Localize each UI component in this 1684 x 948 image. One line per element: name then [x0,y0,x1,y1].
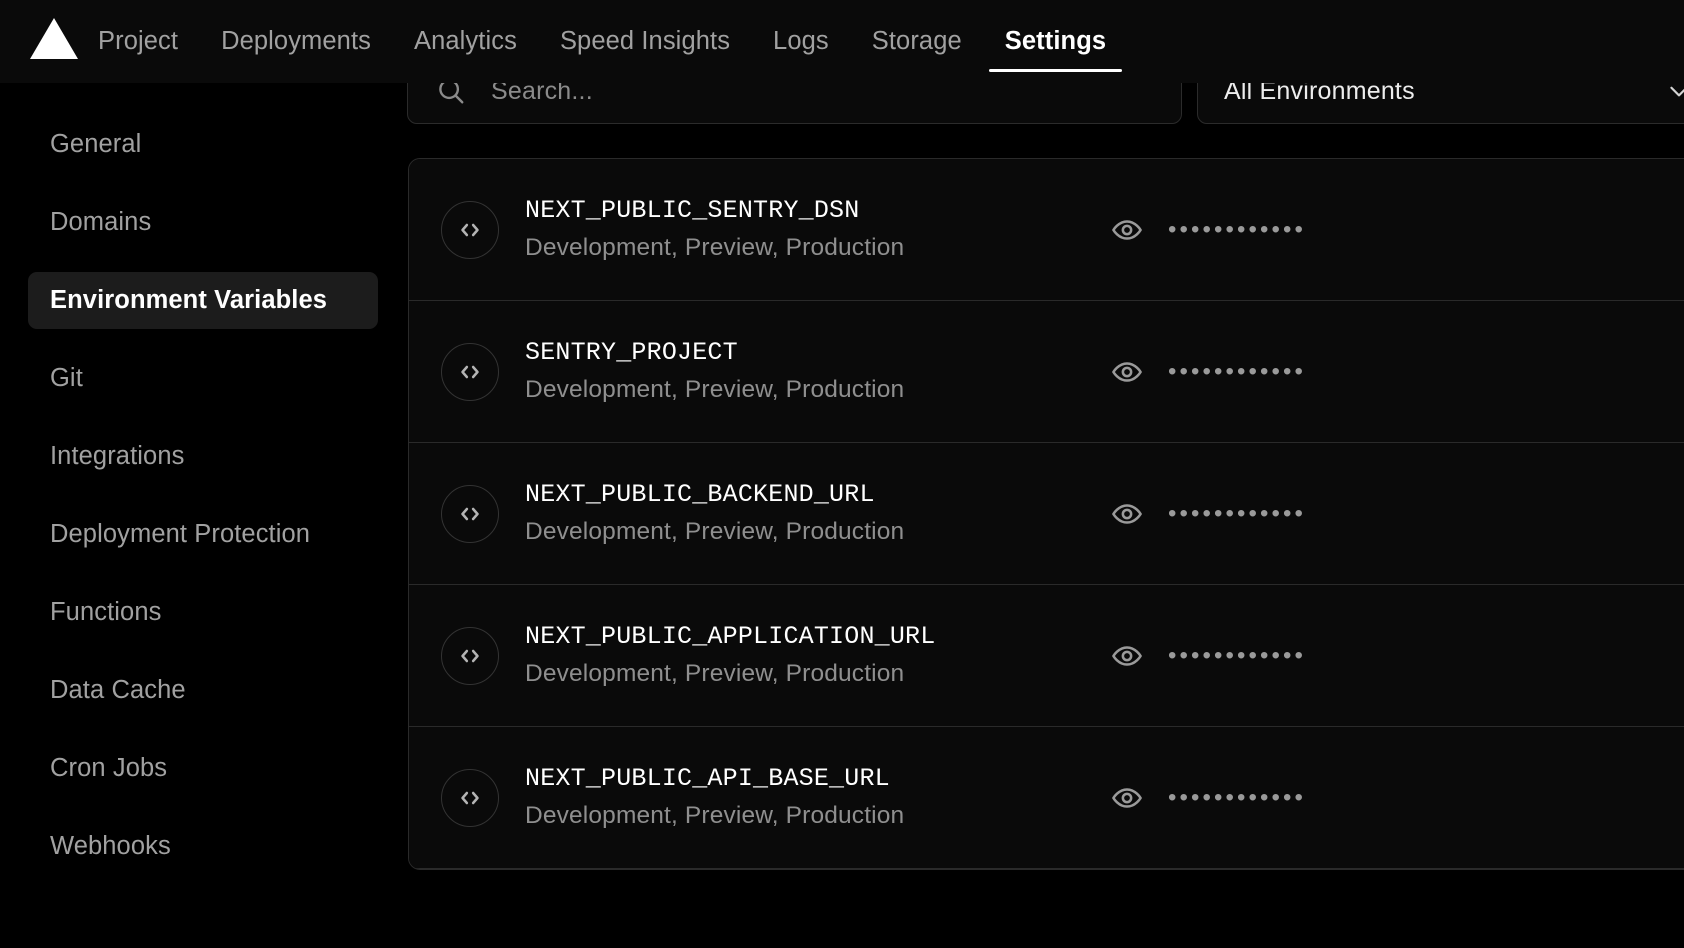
environment-variable-value-cell: •••••••••••• [1110,497,1306,531]
environment-variable-value-cell: •••••••••••• [1110,781,1306,815]
sidebar-item-domains[interactable]: Domains [28,194,378,251]
top-nav-item-speed-insights[interactable]: Speed Insights [560,0,730,83]
eye-icon[interactable] [1110,213,1144,247]
sidebar-item-integrations[interactable]: Integrations [28,428,378,485]
sidebar-item-label: Cron Jobs [50,754,167,783]
sidebar-item-label: Integrations [50,442,184,471]
sidebar-item-functions[interactable]: Functions [28,584,378,641]
environment-variable-value-cell: •••••••••••• [1110,355,1306,389]
settings-environment-variables-page: General Domains Environment Variables Git In… [0,0,1684,948]
sidebar-item-label: Webhooks [50,832,171,861]
vercel-triangle-logo-icon[interactable] [30,16,78,60]
environment-variable-row[interactable]: SENTRY_PROJECT Development, Preview, Prod… [409,301,1684,443]
environment-variable-info: NEXT_PUBLIC_API_BASE_URL Development, Pre… [525,764,1085,830]
environment-variable-value-cell: •••••••••••• [1110,639,1306,673]
top-nav-item-project[interactable]: Project [98,0,178,83]
sidebar-item-label: General [50,130,141,159]
environment-variable-targets: Development, Preview, Production [525,375,1085,404]
top-nav-item-deployments[interactable]: Deployments [221,0,371,83]
sidebar-item-general[interactable]: General [28,116,378,173]
code-brackets-icon [441,627,499,685]
sidebar-item-git[interactable]: Git [28,350,378,407]
masked-value: •••••••••••• [1168,502,1306,526]
eye-icon[interactable] [1110,497,1144,531]
code-brackets-icon [441,485,499,543]
sidebar-item-webhooks[interactable]: Webhooks [28,818,378,875]
environment-variable-targets: Development, Preview, Production [525,233,1085,262]
masked-value: •••••••••••• [1168,360,1306,384]
sidebar-item-label: Domains [50,208,151,237]
eye-icon[interactable] [1110,639,1144,673]
sidebar-item-label: Environment Variables [50,286,327,315]
sidebar-item-label: Functions [50,598,161,627]
environment-variable-name: SENTRY_PROJECT [525,338,1085,368]
environment-variables-list: NEXT_PUBLIC_SENTRY_DSN Development, Previ… [408,158,1684,870]
top-nav-item-settings[interactable]: Settings [1005,0,1106,83]
environment-variable-row[interactable]: NEXT_PUBLIC_API_BASE_URL Development, Pre… [409,727,1684,869]
sidebar-item-deployment-protection[interactable]: Deployment Protection [28,506,378,563]
main-content: NEXT_PUBLIC_SENTRY_DSN Development, Previ… [406,83,1684,948]
environment-variable-row[interactable]: NEXT_PUBLIC_APPLICATION_URL Development, … [409,585,1684,727]
environment-variable-name: NEXT_PUBLIC_BACKEND_URL [525,480,1085,510]
environment-variable-info: NEXT_PUBLIC_SENTRY_DSN Development, Previ… [525,196,1085,262]
masked-value: •••••••••••• [1168,218,1306,242]
project-top-navigation: Project Deployments Analytics Speed Insight… [0,0,1684,83]
environment-variable-info: SENTRY_PROJECT Development, Preview, Prod… [525,338,1085,404]
code-brackets-icon [441,769,499,827]
top-nav-item-logs[interactable]: Logs [773,0,829,83]
sidebar-item-data-cache[interactable]: Data Cache [28,662,378,719]
masked-value: •••••••••••• [1168,786,1306,810]
sidebar-item-label: Git [50,364,83,393]
masked-value: •••••••••••• [1168,644,1306,668]
code-brackets-icon [441,343,499,401]
top-nav-item-analytics[interactable]: Analytics [414,0,517,83]
code-brackets-icon [441,201,499,259]
environment-variable-row[interactable]: NEXT_PUBLIC_SENTRY_DSN Development, Previ… [409,159,1684,301]
sidebar-item-cron-jobs[interactable]: Cron Jobs [28,740,378,797]
environment-variable-targets: Development, Preview, Production [525,801,1085,830]
top-nav-item-storage[interactable]: Storage [872,0,962,83]
eye-icon[interactable] [1110,355,1144,389]
environment-variable-row[interactable]: NEXT_PUBLIC_BACKEND_URL Development, Prev… [409,443,1684,585]
environment-variable-info: NEXT_PUBLIC_BACKEND_URL Development, Prev… [525,480,1085,546]
environment-variable-name: NEXT_PUBLIC_SENTRY_DSN [525,196,1085,226]
environment-variable-name: NEXT_PUBLIC_API_BASE_URL [525,764,1085,794]
environment-variable-targets: Development, Preview, Production [525,517,1085,546]
environment-variable-targets: Development, Preview, Production [525,659,1085,688]
settings-sidebar: General Domains Environment Variables Git In… [0,83,406,948]
environment-variable-value-cell: •••••••••••• [1110,213,1306,247]
environment-variable-info: NEXT_PUBLIC_APPLICATION_URL Development, … [525,622,1085,688]
environment-variable-name: NEXT_PUBLIC_APPLICATION_URL [525,622,1085,652]
sidebar-item-label: Deployment Protection [50,520,310,549]
top-nav-items: Project Deployments Analytics Speed Insight… [98,0,1149,83]
sidebar-item-environment-variables[interactable]: Environment Variables [28,272,378,329]
sidebar-item-label: Data Cache [50,676,186,705]
eye-icon[interactable] [1110,781,1144,815]
